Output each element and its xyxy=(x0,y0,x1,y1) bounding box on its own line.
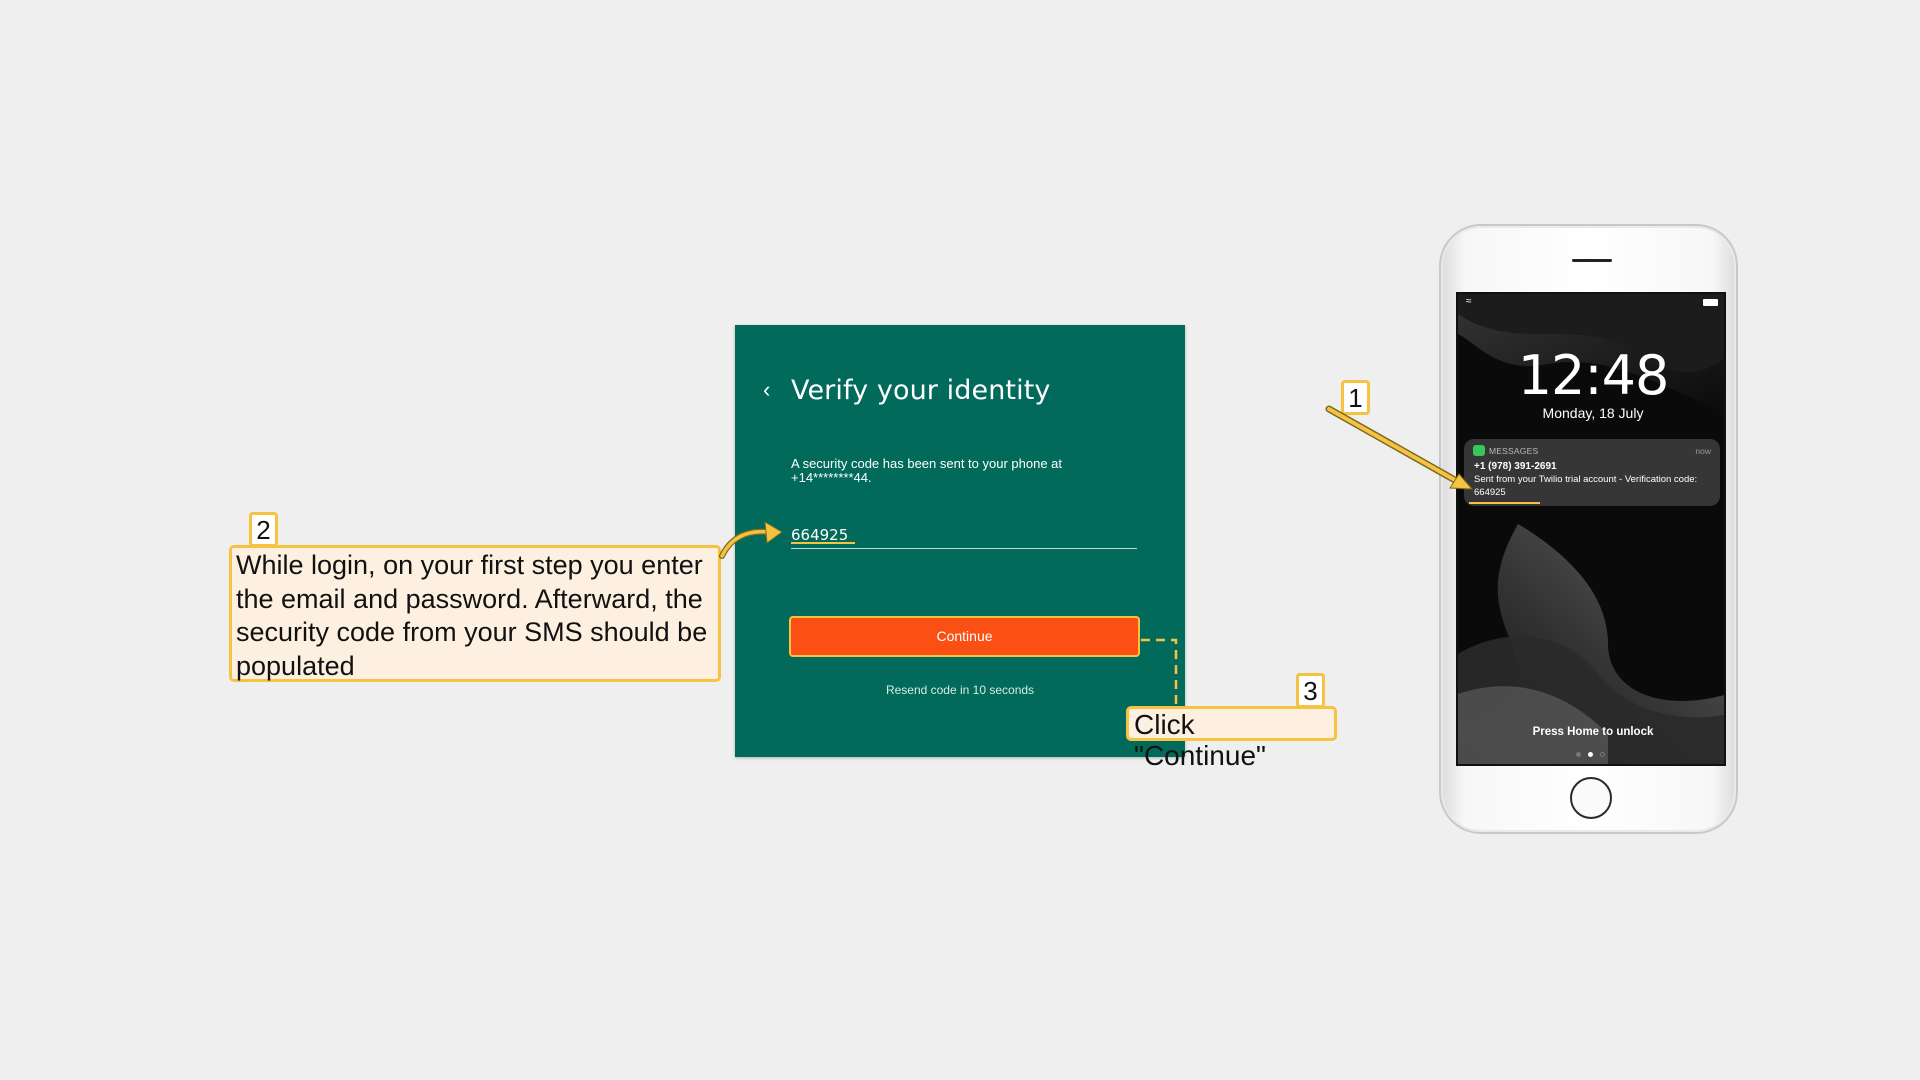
phone-mockup: ≈ 12:48 Monday, 18 July MESSAGES now +1 … xyxy=(1439,224,1738,834)
page-title: Verify your identity xyxy=(791,375,1051,406)
step-2-callout: While login, on your first step you ente… xyxy=(229,545,721,682)
camera-dot xyxy=(1600,752,1605,757)
lock-screen-time: 12:48 xyxy=(1517,344,1670,407)
phone-lock-screen: ≈ 12:48 Monday, 18 July MESSAGES now +1 … xyxy=(1456,292,1726,766)
unlock-hint: Press Home to unlock xyxy=(1532,726,1654,738)
lock-screen-date: Monday, 18 July xyxy=(1542,405,1644,421)
resend-code-text: Resend code in 10 seconds xyxy=(885,683,1035,697)
verify-identity-card: ‹ Verify your identity A security code h… xyxy=(735,325,1185,757)
status-bar: ≈ xyxy=(1466,297,1718,307)
card-header: ‹ Verify your identity xyxy=(763,375,1051,406)
sms-notification[interactable]: MESSAGES now +1 (978) 391-2691 Sent from… xyxy=(1464,439,1720,506)
notification-body: Sent from your Twilio trial account - Ve… xyxy=(1474,474,1698,498)
chevron-left-icon[interactable]: ‹ xyxy=(763,378,791,401)
notification-time: now xyxy=(1695,446,1711,456)
step-3-callout: Click "Continue" xyxy=(1126,706,1337,771)
battery-icon xyxy=(1703,299,1718,306)
page-indicator xyxy=(1576,752,1610,758)
notification-sender: +1 (978) 391-2691 xyxy=(1474,461,1557,472)
phone-speaker xyxy=(1572,259,1612,262)
page-dot xyxy=(1576,752,1581,757)
home-button[interactable] xyxy=(1570,777,1612,819)
security-code-input[interactable]: 664925 xyxy=(791,522,1137,549)
step-3-badge: 3 xyxy=(1296,673,1325,708)
security-code-description: A security code has been sent to your ph… xyxy=(791,456,1063,485)
step-1-badge: 1 xyxy=(1341,380,1370,415)
step-2-badge: 2 xyxy=(249,512,278,547)
continue-button[interactable]: Continue xyxy=(789,616,1140,657)
notification-app-name: MESSAGES xyxy=(1489,446,1539,456)
page-dot-active xyxy=(1588,752,1593,757)
wifi-icon: ≈ xyxy=(1466,296,1472,307)
messages-icon xyxy=(1473,445,1485,456)
